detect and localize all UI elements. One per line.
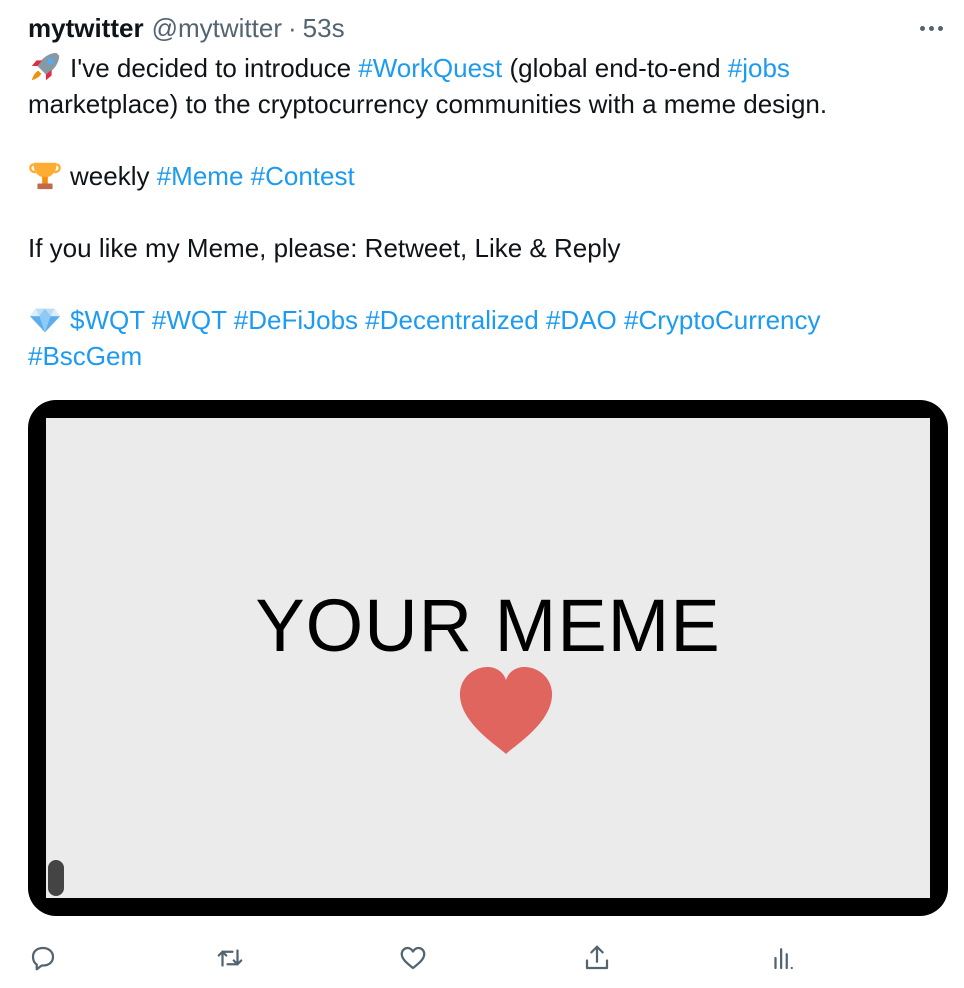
- hashtag-contest[interactable]: #Contest: [251, 161, 355, 191]
- media-image[interactable]: YOUR MEME: [28, 400, 948, 916]
- separator-dot: ·: [287, 12, 297, 43]
- tweet: mytwitter @mytwitter · 53s I've decided …: [0, 0, 964, 988]
- cashtag-wqt[interactable]: $WQT: [70, 305, 145, 335]
- trophy-icon: [29, 162, 61, 190]
- hashtag-meme[interactable]: #Meme: [157, 161, 244, 191]
- tweet-line: If you like my Meme, please: Retweet, Li…: [28, 233, 621, 263]
- retweet-button[interactable]: [212, 940, 248, 976]
- meme-image: YOUR MEME: [46, 418, 930, 898]
- analytics-icon: [774, 948, 793, 970]
- tweet-header: mytwitter @mytwitter · 53s: [28, 10, 345, 46]
- ellipsis-icon: [919, 25, 925, 31]
- ellipsis-dot: [928, 25, 934, 31]
- share-button[interactable]: [579, 940, 615, 976]
- tweet-line: I've decided to introduce #WorkQuest (gl…: [28, 50, 948, 86]
- hashtag-jobs[interactable]: #jobs: [728, 53, 790, 83]
- user-handle[interactable]: @mytwitter: [152, 13, 282, 44]
- tweet-text-segment: weekly: [70, 161, 157, 191]
- heart-icon: [459, 667, 553, 754]
- scrubber-handle[interactable]: [48, 860, 64, 896]
- hashtag-dao[interactable]: #DAO: [546, 305, 617, 335]
- reply-button[interactable]: [25, 940, 61, 976]
- tweet-text: I've decided to introduce #WorkQuest (gl…: [28, 50, 948, 374]
- tweet-line: weekly #Meme #Contest: [28, 158, 948, 194]
- tweet-line: marketplace) to the cryptocurrency commu…: [28, 89, 828, 119]
- rocket-icon: [31, 52, 60, 81]
- reply-icon: [31, 946, 55, 971]
- like-icon: [400, 946, 426, 970]
- hashtag-cryptocurrency[interactable]: #CryptoCurrency: [624, 305, 821, 335]
- hashtag-wqt[interactable]: #WQT: [152, 305, 227, 335]
- tweet-line: #BscGem: [28, 338, 948, 374]
- display-name[interactable]: mytwitter: [28, 13, 144, 44]
- hashtag-defijobs[interactable]: #DeFiJobs: [234, 305, 358, 335]
- retweet-icon: [217, 949, 243, 967]
- ellipsis-dot: [937, 25, 943, 31]
- hashtag-decentralized[interactable]: #Decentralized: [365, 305, 538, 335]
- tweet-text-segment: (global end-to-end: [502, 53, 728, 83]
- like-button[interactable]: [395, 940, 431, 976]
- hashtag-workquest[interactable]: #WorkQuest: [358, 53, 502, 83]
- timestamp[interactable]: 53s: [303, 13, 345, 44]
- action-bar: [0, 930, 964, 988]
- meme-caption: YOUR MEME: [255, 584, 721, 667]
- analytics-button[interactable]: [765, 940, 801, 976]
- tweet-text-segment: I've decided to introduce: [70, 53, 359, 83]
- gem-icon: [29, 308, 61, 333]
- more-options-button[interactable]: [914, 14, 948, 42]
- hashtag-bscgem[interactable]: #BscGem: [28, 341, 142, 371]
- tweet-line: $WQT #WQT #DeFiJobs #Decentralized #DAO …: [28, 302, 948, 338]
- share-icon: [585, 945, 609, 970]
